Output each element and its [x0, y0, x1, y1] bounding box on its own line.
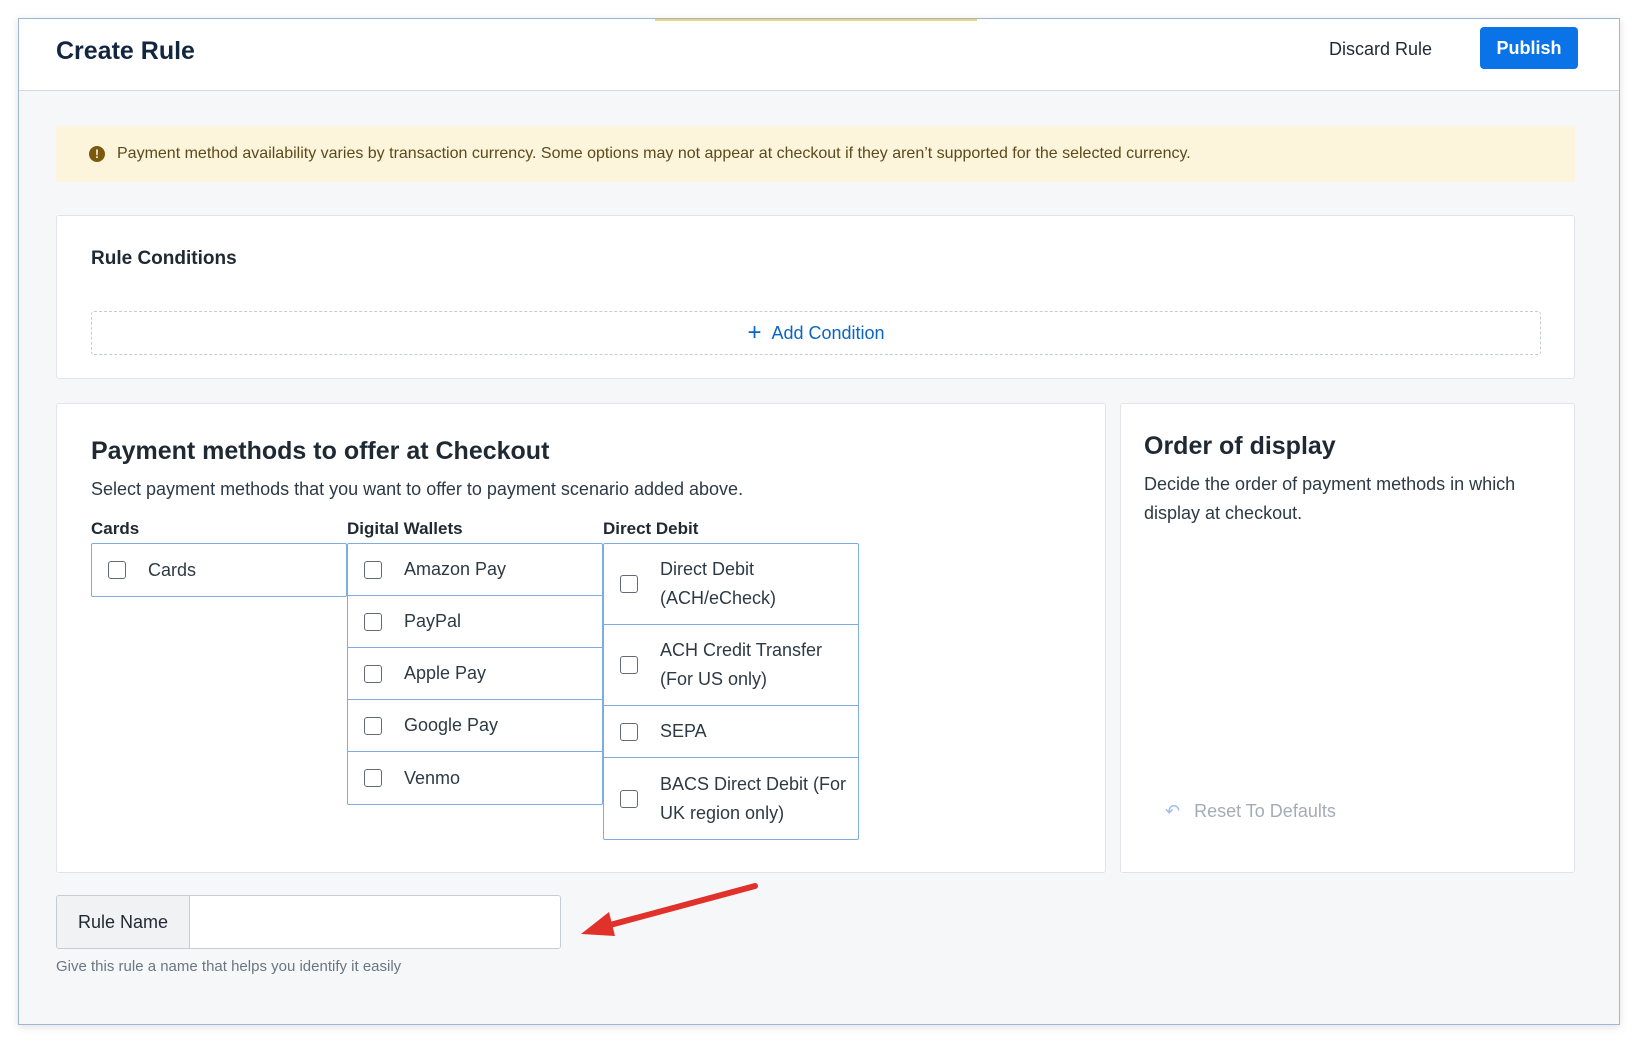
option-sepa[interactable]: SEPA	[604, 706, 858, 758]
checkbox[interactable]	[620, 789, 638, 808]
option-apple-pay[interactable]: Apple Pay	[348, 648, 602, 700]
option-venmo[interactable]: Venmo	[348, 752, 602, 804]
cards-option-list: Cards	[91, 543, 347, 597]
group-label-digital-wallets: Digital Wallets	[347, 519, 463, 538]
undo-icon: ↶	[1165, 801, 1181, 821]
checkbox[interactable]	[364, 664, 382, 683]
option-label: BACS Direct Debit (For UK region only)	[660, 773, 847, 823]
checkbox[interactable]	[620, 656, 638, 674]
direct-debit-option-list: Direct Debit (ACH/eCheck) ACH Credit Tra…	[603, 543, 859, 840]
option-label: Apple Pay	[404, 663, 487, 683]
option-label: Cards	[148, 559, 197, 580]
plus-icon: +	[747, 319, 762, 346]
option-label: ACH Credit Transfer (For US only)	[660, 640, 823, 689]
option-label: Google Pay	[404, 715, 499, 735]
reset-label: Reset To Defaults	[1194, 801, 1336, 821]
checkbox[interactable]	[108, 561, 126, 579]
payment-methods-card: Payment methods to offer at Checkout Sel…	[56, 403, 1106, 873]
payment-methods-title: Payment methods to offer at Checkout	[91, 437, 550, 465]
alert-circle-icon: !	[89, 146, 105, 162]
checkbox[interactable]	[364, 560, 382, 579]
banner-text: Payment method availability varies by tr…	[117, 145, 1191, 162]
option-ach-credit-transfer[interactable]: ACH Credit Transfer (For US only)	[604, 625, 858, 706]
publish-button[interactable]: Publish	[1480, 27, 1578, 69]
option-bacs-direct-debit[interactable]: BACS Direct Debit (For UK region only)	[604, 758, 858, 839]
digital-wallets-option-list: Amazon Pay PayPal Apple Pay Google Pay V…	[347, 543, 603, 805]
option-google-pay[interactable]: Google Pay	[348, 700, 602, 752]
option-label: Direct Debit (ACH/eCheck)	[660, 559, 777, 608]
payment-methods-subtitle: Select payment methods that you want to …	[91, 479, 744, 499]
top-bar: Create Rule Discard Rule Publish	[19, 19, 1619, 91]
discard-rule-button[interactable]: Discard Rule	[1329, 39, 1432, 60]
group-label-direct-debit: Direct Debit	[603, 519, 699, 538]
annotation-arrow-icon	[581, 883, 758, 936]
rule-name-label: Rule Name	[57, 896, 190, 948]
order-of-display-description: Decide the order of payment methods in w…	[1144, 474, 1516, 523]
rule-conditions-title: Rule Conditions	[91, 248, 237, 269]
checkbox[interactable]	[620, 722, 638, 741]
option-amazon-pay[interactable]: Amazon Pay	[348, 544, 602, 596]
checkbox[interactable]	[364, 612, 382, 631]
currency-warning-banner: ! Payment method availability varies by …	[56, 126, 1575, 182]
order-of-display-title: Order of display	[1144, 432, 1336, 460]
page-title: Create Rule	[56, 37, 195, 65]
app-window: Create Rule Discard Rule Publish ! Payme…	[18, 18, 1620, 1025]
group-label-cards: Cards	[91, 519, 140, 538]
option-label: PayPal	[404, 611, 462, 631]
checkbox[interactable]	[620, 575, 638, 593]
reset-to-defaults-button[interactable]: ↶ Reset To Defaults	[1165, 801, 1336, 822]
add-condition-button[interactable]: + Add Condition	[91, 311, 1541, 355]
option-paypal[interactable]: PayPal	[348, 596, 602, 648]
top-accent-line	[655, 19, 977, 21]
checkbox[interactable]	[364, 769, 382, 787]
option-label: SEPA	[660, 721, 707, 741]
add-condition-label: Add Condition	[771, 322, 885, 343]
rule-name-input[interactable]	[190, 896, 560, 948]
option-label: Venmo	[404, 767, 461, 788]
rule-name-field: Rule Name	[56, 895, 561, 949]
checkbox[interactable]	[364, 716, 382, 735]
order-of-display-card: Order of display Decide the order of pay…	[1120, 403, 1575, 873]
option-label: Amazon Pay	[404, 559, 507, 579]
rule-conditions-card: Rule Conditions + Add Condition	[56, 215, 1575, 379]
option-cards[interactable]: Cards	[92, 544, 346, 596]
rule-name-hint: Give this rule a name that helps you ide…	[56, 958, 402, 975]
option-direct-debit-ach[interactable]: Direct Debit (ACH/eCheck)	[604, 544, 858, 625]
